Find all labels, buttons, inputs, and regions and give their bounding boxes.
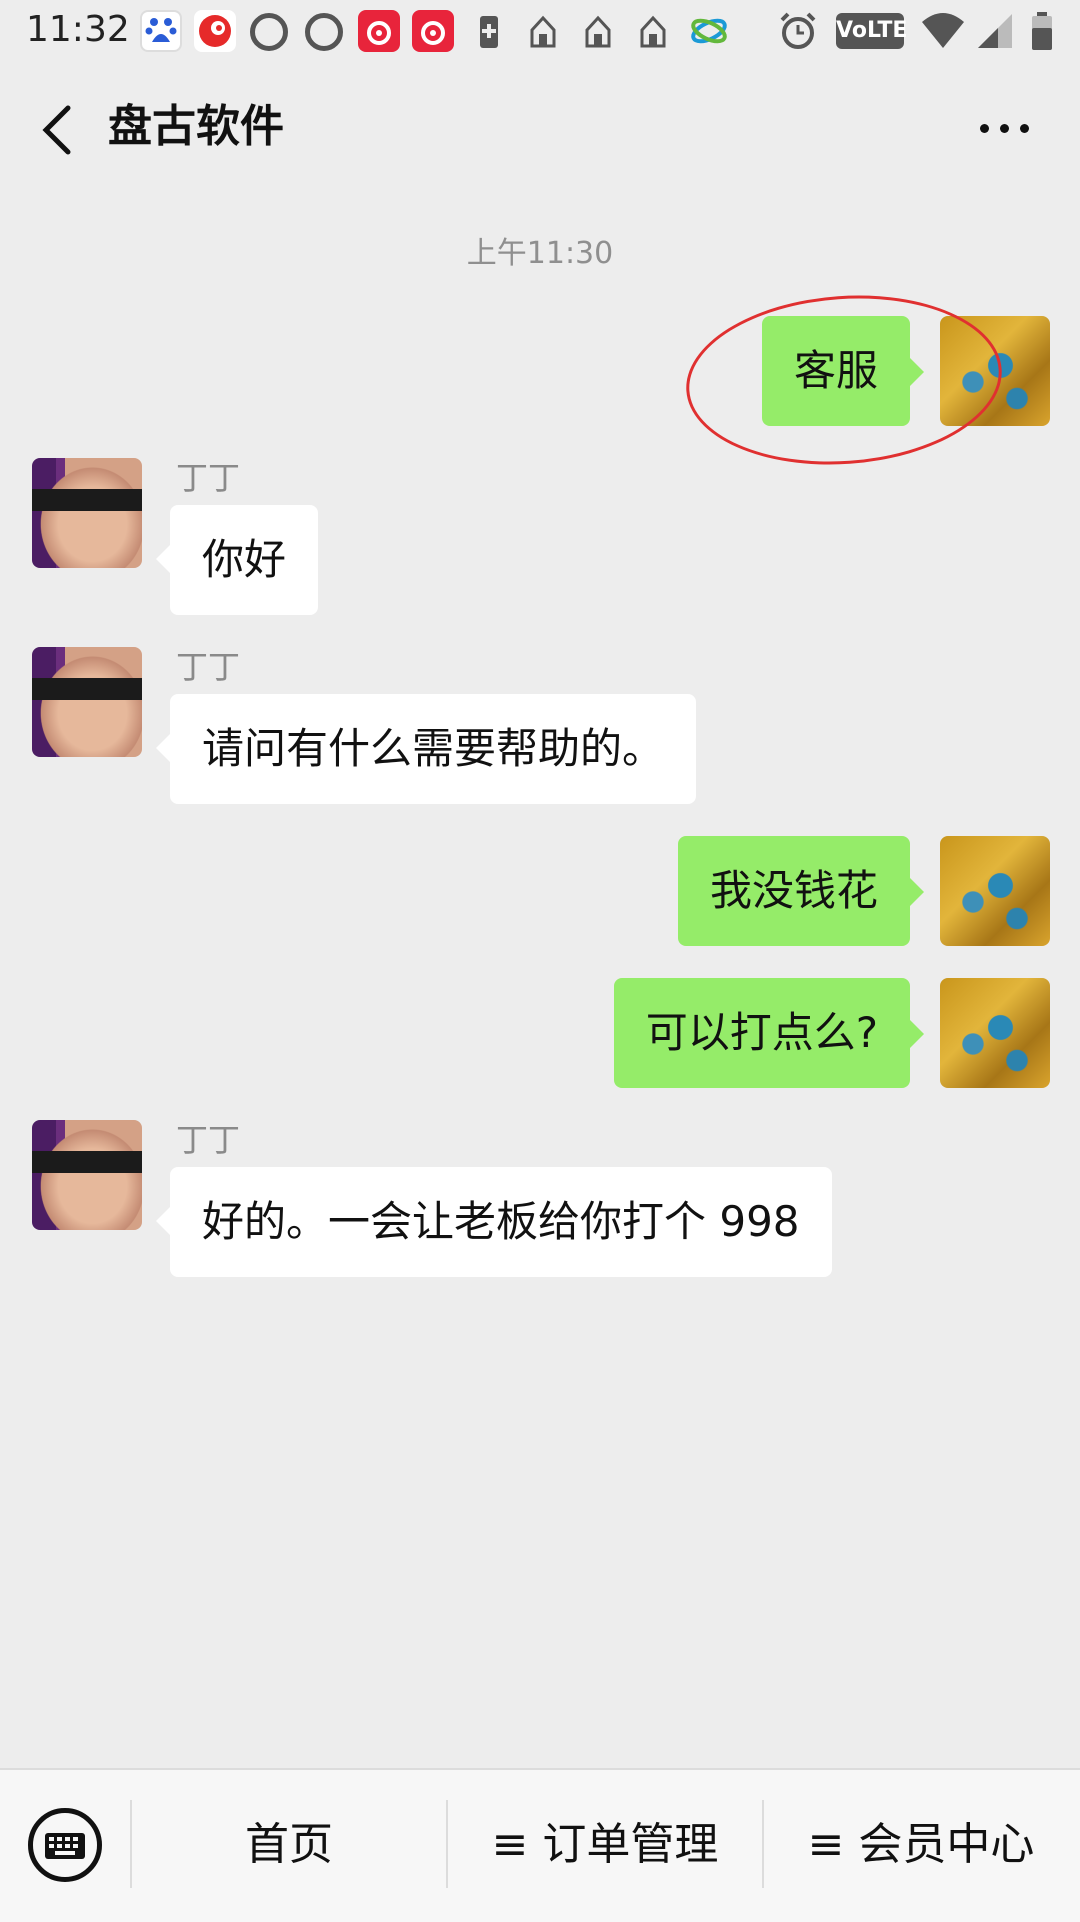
home-icon [583,12,613,50]
home-icon [638,12,668,50]
bubble-tail [910,1020,924,1048]
keyboard-toggle-button[interactable] [28,1808,102,1882]
page-title: 盘古软件 [108,101,284,152]
battery-icon [1030,10,1054,52]
wifi-icon [920,10,966,52]
menu-tab-orders[interactable]: ≡ 订单管理 [448,1810,762,1880]
china-mobile-icon [688,10,730,52]
user-avatar[interactable] [940,978,1050,1088]
agent-avatar[interactable] [32,647,142,757]
bubble-tail [156,734,170,762]
bubble-tail [156,1207,170,1235]
message-bubble-outgoing[interactable]: 我没钱花 [677,836,910,946]
more-icon-dot [1000,124,1009,133]
more-icon-dot [980,124,989,133]
weibo-icon [412,10,454,52]
back-button[interactable] [30,90,90,166]
notification-icon [250,13,288,51]
sender-name: 丁丁 [176,1121,241,1159]
menu-tab-home[interactable]: 首页 [132,1810,446,1880]
sender-name: 丁丁 [176,648,241,686]
more-options-button[interactable] [970,100,1040,156]
status-time: 11:32 [26,9,130,50]
agent-avatar[interactable] [32,458,142,568]
annotation-circle [680,285,1008,475]
message-bubble-incoming[interactable]: 请问有什么需要帮助的。 [170,694,697,804]
bubble-tail [910,878,924,906]
sender-name: 丁丁 [176,459,241,497]
baidu-app-icon [140,10,182,52]
agent-avatar[interactable] [32,1120,142,1230]
bubble-tail [156,545,170,573]
signal-icon [974,10,1014,52]
alarm-icon [776,10,820,52]
message-bubble-outgoing[interactable]: 可以打点么? [613,978,910,1088]
app-icon [194,10,236,52]
weibo-icon [358,10,400,52]
battery-plus-icon [474,12,504,50]
keyboard-icon [45,1833,85,1859]
more-icon-dot [1020,124,1029,133]
user-avatar[interactable] [940,836,1050,946]
message-timestamp: 上午11:30 [466,236,614,271]
volte-badge: VoLTE [836,13,907,49]
notification-icon [305,13,343,51]
message-bubble-incoming[interactable]: 你好 [170,505,319,615]
home-icon [528,12,558,50]
message-bubble-incoming[interactable]: 好的。一会让老板给你打个 998 [170,1167,832,1277]
menu-tab-membership[interactable]: ≡ 会员中心 [764,1810,1078,1880]
